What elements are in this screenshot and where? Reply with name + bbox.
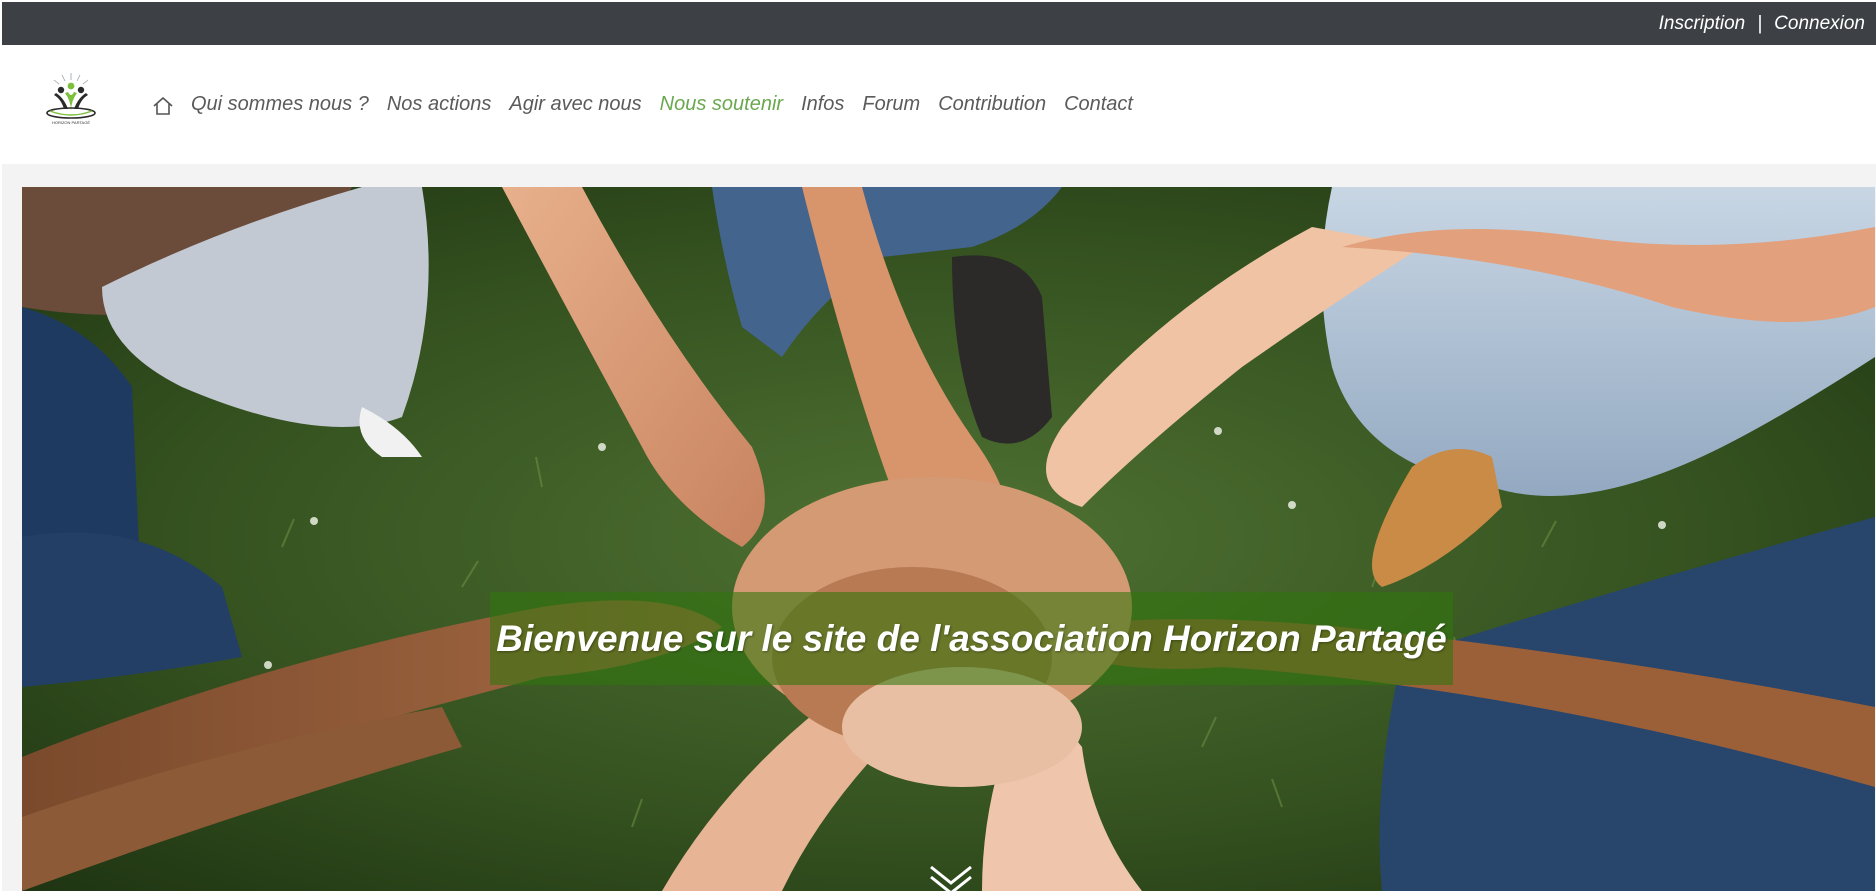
nav-item-qui-sommes-nous[interactable]: Qui sommes nous ? xyxy=(191,93,369,116)
chevron-down-icon[interactable] xyxy=(927,863,975,891)
hero-image xyxy=(22,187,1875,891)
main-nav: Qui sommes nous ? Nos actions Agir avec … xyxy=(152,45,1151,164)
site-logo[interactable]: HORIZON PARTAGÉ xyxy=(42,71,100,129)
hero-section: Bienvenue sur le site de l'association H… xyxy=(22,187,1875,891)
nav-item-forum[interactable]: Forum xyxy=(862,93,920,116)
login-link[interactable]: Connexion xyxy=(1774,13,1865,35)
top-bar: Inscription | Connexion xyxy=(2,2,1876,45)
signup-link[interactable]: Inscription xyxy=(1659,13,1746,35)
nav-item-infos[interactable]: Infos xyxy=(801,93,844,116)
site-header: HORIZON PARTAGÉ Qui sommes nous ? Nos ac… xyxy=(2,45,1876,164)
topbar-separator: | xyxy=(1757,12,1763,34)
nav-item-agir-avec-nous[interactable]: Agir avec nous xyxy=(509,93,641,116)
nav-item-contribution[interactable]: Contribution xyxy=(938,93,1046,116)
nav-item-nos-actions[interactable]: Nos actions xyxy=(387,93,492,116)
nav-item-contact[interactable]: Contact xyxy=(1064,93,1133,116)
nav-item-nous-soutenir[interactable]: Nous soutenir xyxy=(660,93,783,116)
logo-text: HORIZON PARTAGÉ xyxy=(52,120,90,125)
welcome-banner: Bienvenue sur le site de l'association H… xyxy=(490,592,1453,685)
home-icon[interactable] xyxy=(152,95,174,117)
